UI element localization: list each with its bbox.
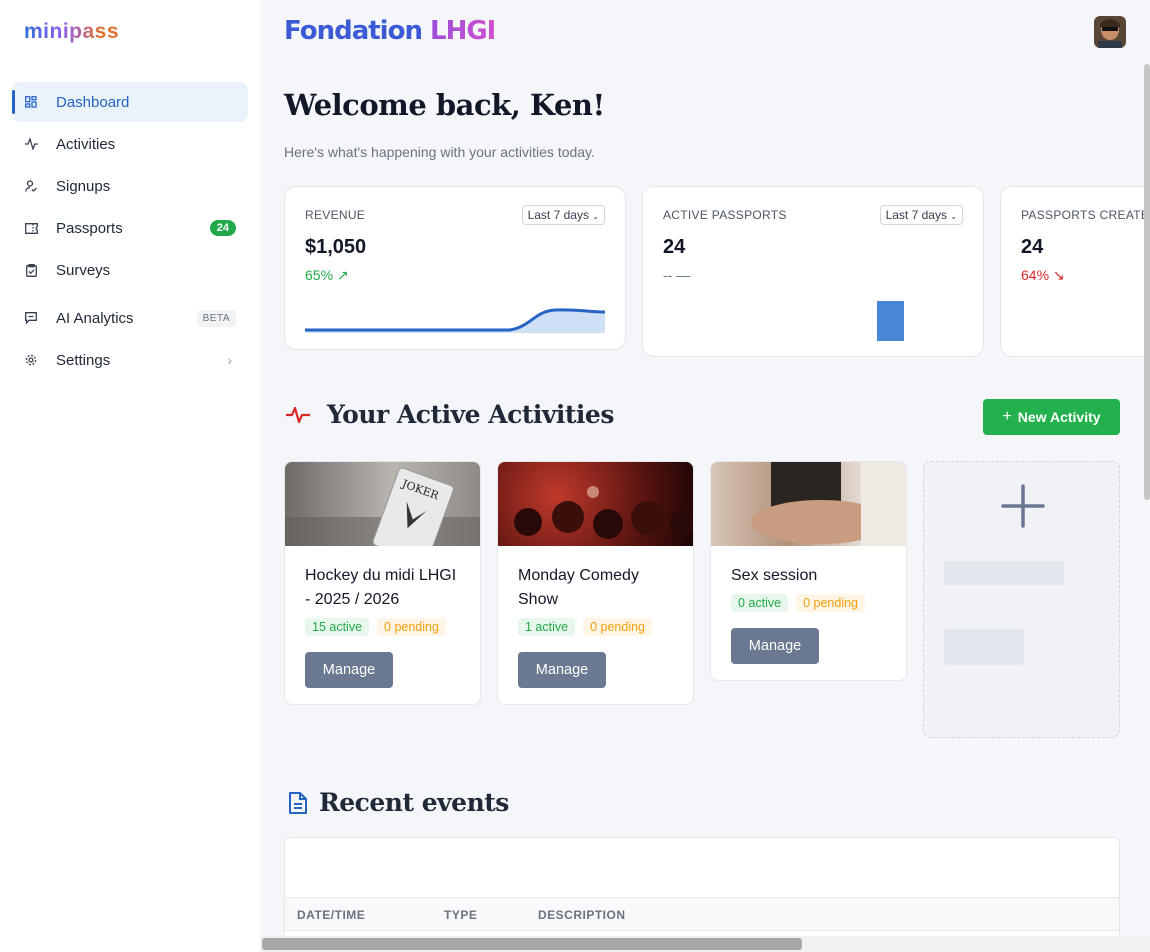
sidebar-item-label: Surveys <box>56 261 111 279</box>
activity-title: Monday Comedy Show <box>518 567 639 608</box>
sidebar-item-ai-analytics[interactable]: AI Analytics BETA <box>12 298 248 338</box>
message-square-icon <box>24 311 38 325</box>
activity-pulse-icon <box>24 137 38 151</box>
column-header-description[interactable]: DESCRIPTION <box>538 908 626 922</box>
activity-image <box>498 462 693 546</box>
beta-tag: BETA <box>196 309 236 327</box>
period-select[interactable]: Last 7 days ⌄ <box>521 205 605 225</box>
kpi-change: 65% ↗ <box>305 267 349 284</box>
dashboard-icon <box>24 95 38 109</box>
skeleton-line <box>944 561 1064 585</box>
recent-events-table: DATE/TIME TYPE DESCRIPTION <box>284 837 1120 952</box>
kpi-change: 64% ↘ <box>1021 267 1065 284</box>
period-value: Last 7 days <box>885 208 947 222</box>
activity-pulse-icon <box>286 406 310 424</box>
column-header-type[interactable]: TYPE <box>444 908 477 922</box>
sidebar-item-label: Dashboard <box>56 93 130 111</box>
sidebar-item-dashboard[interactable]: Dashboard <box>12 82 248 122</box>
table-header: DATE/TIME TYPE DESCRIPTION <box>285 897 1119 931</box>
welcome-subtitle: Here's what's happening with your activi… <box>284 144 595 160</box>
activity-image <box>711 462 906 546</box>
org-name-part1: Fondation <box>284 16 423 46</box>
sidebar-item-label: Settings <box>56 351 111 369</box>
passports-bar <box>877 301 904 341</box>
org-name-part2: LHGI <box>430 16 496 46</box>
activity-image: JOKER <box>285 462 480 546</box>
period-select[interactable]: Last 7 days ⌄ <box>879 205 963 225</box>
document-icon <box>289 792 307 814</box>
kpi-label: PASSPORTS CREATED <box>1021 208 1150 222</box>
trend-down-icon: ↘ <box>1052 267 1065 283</box>
activity-card: Monday Comedy Show 1 active 0 pending Ma… <box>497 461 694 705</box>
active-count-badge: 1 active <box>518 618 576 636</box>
kpi-label: REVENUE <box>305 208 366 222</box>
welcome-heading: Welcome back, Ken! <box>284 88 605 122</box>
vertical-scrollbar-thumb[interactable] <box>1144 64 1150 500</box>
sidebar-item-label: AI Analytics <box>56 309 134 327</box>
sidebar-item-label: Passports <box>56 219 123 237</box>
activity-card: JOKER Hockey du midi LHGI - 2025 / 2026 … <box>284 461 481 705</box>
passports-created-card: PASSPORTS CREATED 24 64% ↘ <box>1000 186 1150 357</box>
sidebar-item-activities[interactable]: Activities <box>12 124 248 164</box>
active-count-badge: 0 active <box>731 594 789 612</box>
skeleton-button <box>944 629 1024 665</box>
plus-icon <box>1001 484 1045 528</box>
manage-button[interactable]: Manage <box>731 628 819 664</box>
column-header-datetime[interactable]: DATE/TIME <box>297 908 365 922</box>
clipboard-check-icon <box>24 263 38 277</box>
gear-icon <box>24 353 38 367</box>
sidebar-item-label: Signups <box>56 177 111 195</box>
new-activity-label: New Activity <box>1017 409 1101 425</box>
passports-count-badge: 24 <box>209 220 236 236</box>
kpi-label: ACTIVE PASSPORTS <box>663 208 787 222</box>
chevron-down-icon: ⌄ <box>592 212 599 221</box>
pending-count-badge: 0 pending <box>796 594 866 612</box>
pending-count-badge: 0 pending <box>377 618 446 636</box>
kpi-value: $1,050 <box>305 236 367 258</box>
revenue-sparkline <box>305 308 605 333</box>
activity-card: Sex session 0 active 0 pending Manage <box>710 461 907 681</box>
plus-icon: + <box>1002 408 1012 425</box>
trend-up-icon: ↗ <box>336 267 349 283</box>
kpi-change: -- — <box>663 267 691 283</box>
kpi-change-value: 65% <box>305 267 334 283</box>
period-value: Last 7 days <box>527 208 589 222</box>
user-avatar[interactable] <box>1094 16 1126 48</box>
manage-button[interactable]: Manage <box>518 652 606 688</box>
horizontal-scrollbar[interactable] <box>260 936 1150 952</box>
sidebar: minipass Dashboard Activities Signups Pa… <box>0 0 260 952</box>
main-content: Fondation LHGI Welcome back, Ken! Here's… <box>260 0 1150 952</box>
chevron-down-icon: ⌄ <box>950 212 957 221</box>
kpi-value: 24 <box>663 236 686 258</box>
horizontal-scrollbar-thumb[interactable] <box>262 938 802 950</box>
kpi-value: 24 <box>1021 236 1044 258</box>
vertical-scrollbar[interactable] <box>1143 0 1150 952</box>
sidebar-item-label: Activities <box>56 135 116 153</box>
minipass-logo[interactable]: minipass <box>24 20 119 44</box>
active-activities-heading: Your Active Activities <box>327 400 614 429</box>
pending-count-badge: 0 pending <box>583 618 653 636</box>
organization-title: Fondation LHGI <box>284 16 496 46</box>
sidebar-nav: Dashboard Activities Signups Passports 2… <box>12 82 248 382</box>
new-activity-button[interactable]: + New Activity <box>983 399 1120 435</box>
sidebar-item-passports[interactable]: Passports 24 <box>12 208 248 248</box>
active-passports-card: ACTIVE PASSPORTS Last 7 days ⌄ 24 -- — <box>642 186 984 357</box>
sidebar-item-signups[interactable]: Signups <box>12 166 248 206</box>
revenue-card: REVENUE Last 7 days ⌄ $1,050 65% ↗ <box>284 186 626 350</box>
recent-events-heading: Recent events <box>319 788 509 817</box>
activity-title: Sex session <box>731 567 818 584</box>
active-count-badge: 15 active <box>305 618 370 636</box>
manage-button[interactable]: Manage <box>305 652 393 688</box>
chevron-right-icon: › <box>227 352 232 368</box>
sidebar-item-settings[interactable]: Settings › <box>12 340 248 380</box>
activity-title: Hockey du midi LHGI - 2025 / 2026 <box>305 567 457 608</box>
add-activity-placeholder[interactable] <box>923 461 1120 738</box>
ticket-icon <box>24 221 38 235</box>
user-check-icon <box>24 179 38 193</box>
sidebar-item-surveys[interactable]: Surveys <box>12 250 248 290</box>
kpi-change-value: 64% <box>1021 267 1050 283</box>
